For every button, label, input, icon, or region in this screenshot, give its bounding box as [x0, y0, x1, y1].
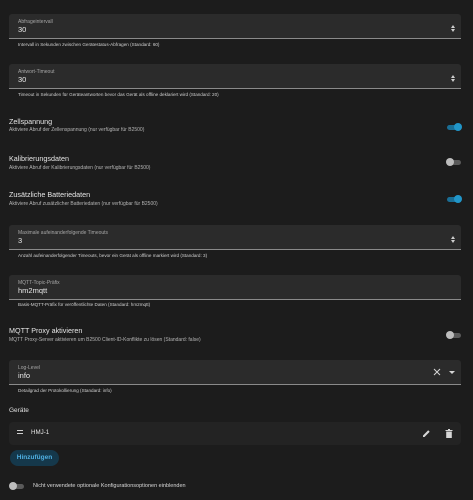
battery-title: Zusätzliche Batteriedaten [9, 190, 91, 199]
mqtt-prefix-value: hm2mqtt [18, 286, 48, 295]
max-timeouts-label: Maximale aufeinanderfolgende Timeouts [18, 230, 109, 236]
add-device-button[interactable]: Hinzufügen [10, 450, 59, 466]
log-level-select[interactable]: Log-Level info [9, 360, 461, 385]
toggle-knob [454, 123, 462, 131]
poll-interval-field[interactable]: Abfrageintervall 30 [9, 14, 461, 39]
toggle-knob [446, 331, 454, 339]
clear-icon[interactable] [433, 368, 441, 376]
dropdown-arrow-icon[interactable] [449, 371, 455, 374]
spinner-down-icon[interactable] [450, 79, 455, 82]
mqtt-proxy-subtitle: MQTT Proxy-Server aktivieren um B2500 Cl… [9, 337, 201, 343]
toggle-knob [454, 195, 462, 203]
max-timeouts-value: 3 [18, 236, 23, 245]
log-level-value: info [18, 371, 31, 380]
cell-voltage-title: Zellspannung [9, 117, 53, 126]
max-timeouts-helper: Anzahl aufeinanderfolgender Timeouts, be… [18, 253, 208, 258]
poll-interval-value: 30 [18, 25, 27, 34]
toggle-knob [446, 158, 454, 166]
response-timeout-spinner[interactable] [450, 74, 455, 84]
toggle-knob [9, 482, 17, 490]
calibration-title: Kalibrierungsdaten [9, 154, 69, 163]
spinner-up-icon[interactable] [450, 236, 455, 239]
spinner-down-icon[interactable] [450, 29, 455, 32]
spinner-up-icon[interactable] [450, 75, 455, 78]
response-timeout-field[interactable]: Antwort-Timeout 30 [9, 64, 461, 89]
cell-voltage-subtitle: Aktiviere Abruf der Zellenspannung (nur … [9, 127, 145, 133]
calibration-toggle[interactable] [446, 158, 462, 166]
mqtt-proxy-title: MQTT Proxy aktivieren [9, 326, 83, 335]
device-name: HMJ-1 [31, 429, 50, 436]
response-timeout-value: 30 [18, 75, 27, 84]
spinner-down-icon[interactable] [450, 240, 455, 243]
show-optional-toggle[interactable] [9, 482, 25, 490]
log-level-helper: Detailgrad der Protokollierung (Standard… [18, 388, 112, 393]
poll-interval-spinner[interactable] [450, 24, 455, 34]
device-row[interactable]: HMJ-1 [9, 422, 461, 445]
max-timeouts-spinner[interactable] [450, 235, 455, 245]
cell-voltage-toggle[interactable] [446, 123, 462, 131]
mqtt-proxy-toggle[interactable] [446, 331, 462, 339]
battery-toggle[interactable] [446, 195, 462, 203]
mqtt-prefix-helper: Basis-MQTT-Präfix für veröffentlichte Da… [18, 302, 151, 307]
calibration-subtitle: Aktiviere Abruf der Kalibrierungsdaten (… [9, 165, 151, 171]
battery-subtitle: Aktiviere Abruf zusätzlicher Batteriedat… [9, 201, 158, 207]
edit-icon[interactable] [422, 429, 431, 438]
max-timeouts-field[interactable]: Maximale aufeinanderfolgende Timeouts 3 [9, 225, 461, 250]
drag-handle-icon[interactable] [17, 430, 23, 436]
devices-title: Geräte [9, 407, 29, 414]
spinner-up-icon[interactable] [450, 25, 455, 28]
response-timeout-helper: Timeout in Sekunden für Geräteantworten … [18, 92, 219, 97]
delete-icon[interactable] [445, 429, 453, 438]
poll-interval-helper: Intervall in Sekunden zwischen Gerätesta… [18, 42, 160, 47]
show-optional-label: Nicht verwendete optionale Konfiguration… [33, 483, 186, 489]
mqtt-prefix-field[interactable]: MQTT-Topic-Präfix hm2mqtt [9, 275, 461, 300]
